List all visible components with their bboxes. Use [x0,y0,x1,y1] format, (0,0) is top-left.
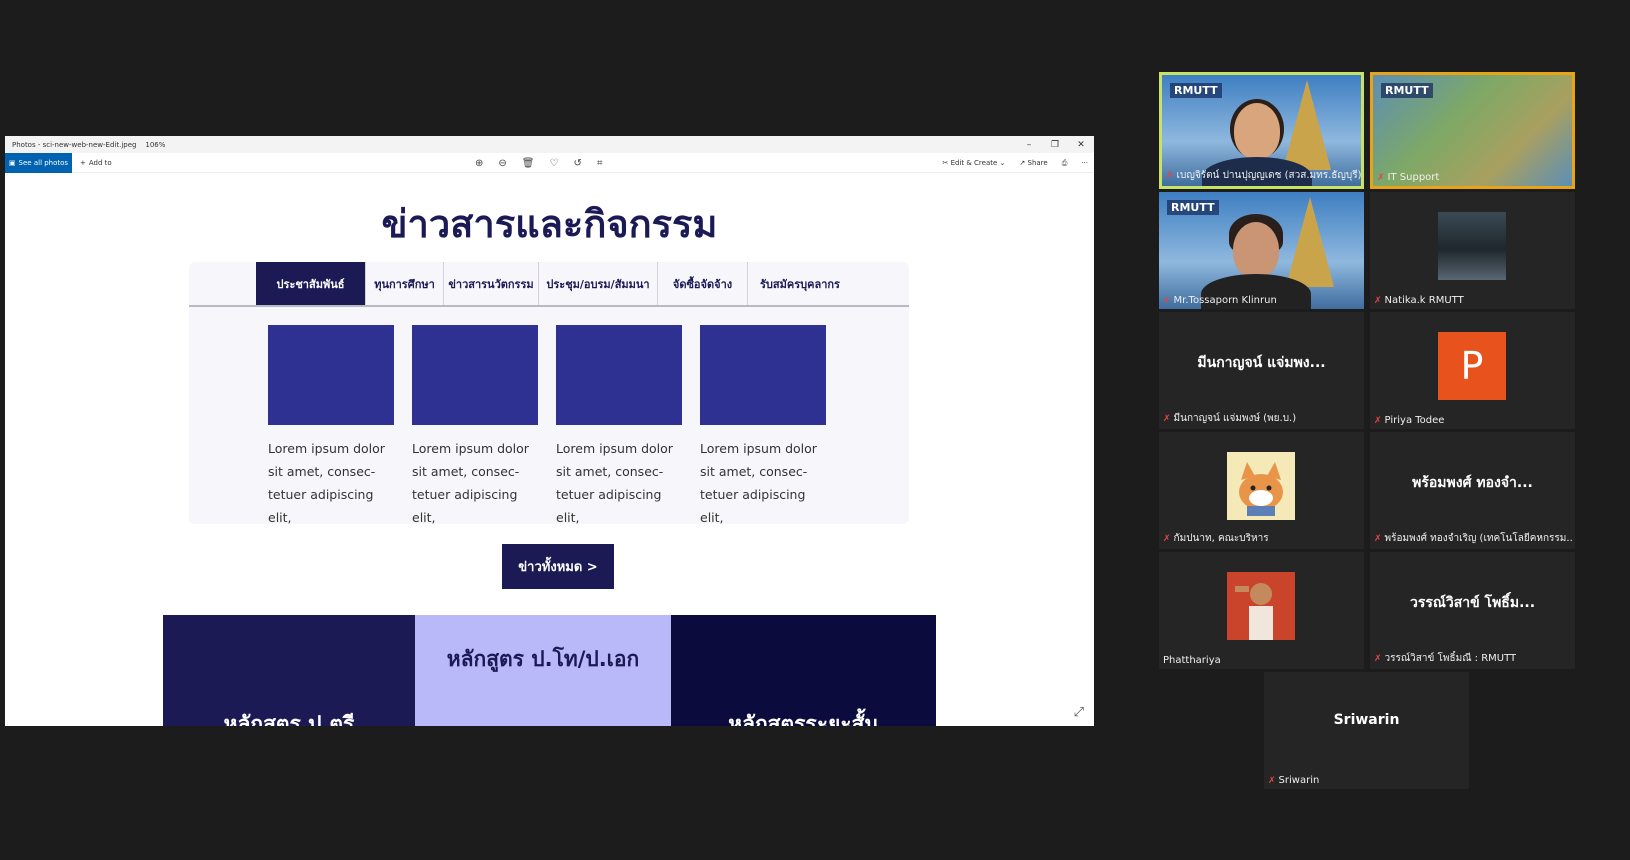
print-icon[interactable]: ⎙ [1062,159,1068,168]
rmutt-logo: RMUTT [1167,200,1219,215]
temple-tower [1283,80,1331,170]
course-bachelor[interactable]: หลักสูตร ป.ตรี [163,615,415,726]
course-short[interactable]: หลักสูตรระยะสั้น [671,615,936,726]
participant-tile[interactable]: RMUTT ✗ Mr.Tossaporn Klinrun [1159,192,1364,309]
photo-canvas: ข่าวสารและกิจกรรม ประชาสัมพันธ์ ทุนการศึ… [5,173,1094,726]
news-cards: Lorem ipsum dolor sit amet, consec- tetu… [268,325,826,529]
participant-tile[interactable]: Phatthariya [1159,552,1364,669]
temple-tower [1286,197,1334,287]
close-icon[interactable]: ✕ [1068,140,1094,150]
mic-muted-icon: ✗ [1374,295,1382,306]
see-all-photos-button[interactable]: ▣ See all photos [5,152,72,173]
news-card-text: Lorem ipsum dolor sit amet, consec- tetu… [268,441,385,525]
delete-icon[interactable]: 🗑 [522,158,535,169]
screen: Photos - sci-new-web-new-Edit.jpeg 106% … [0,0,1630,860]
tab-recruitment[interactable]: รับสมัครบุคลากร [748,262,852,305]
participant-initial-avatar: P [1438,332,1506,400]
cat-avatar [1227,452,1295,520]
news-card-text: Lorem ipsum dolor sit amet, consec- tetu… [412,441,529,525]
tab-public-relations[interactable]: ประชาสัมพันธ์ [256,262,366,305]
all-news-button[interactable]: ข่าวทั้งหมด > [502,544,614,589]
window-title: Photos - sci-new-web-new-Edit.jpeg [12,140,137,149]
titlebar: Photos - sci-new-web-new-Edit.jpeg 106% … [5,136,1094,153]
participant-display-name: มีนกาญจน์ แจ่มพง... [1197,355,1326,371]
rmutt-logo: RMUTT [1170,83,1222,98]
participant-tile[interactable]: P ✗ Piriya Todee [1370,312,1575,429]
news-tabs: ประชาสัมพันธ์ ทุนการศึกษา ข่าวสารนวัตกรร… [189,262,909,307]
mic-muted-icon: ✗ [1377,172,1385,183]
add-to-button[interactable]: + Add to [80,159,112,167]
participant-tile[interactable]: มีนกาญจน์ แจ่มพง... ✗ มีนกาญจน์ แจ่มพงษ์ … [1159,312,1364,429]
rmutt-logo: RMUTT [1381,83,1433,98]
photos-icon: ▣ [8,158,16,167]
person-icon [1235,583,1273,640]
course-graduate[interactable]: หลักสูตร ป.โท/ป.เอก [415,615,671,726]
mic-muted-icon: ✗ [1163,295,1171,306]
participant-tile[interactable]: RMUTT ✗ IT Support [1370,72,1575,189]
participant-display-name: Sriwarin [1333,712,1400,728]
course-banners: หลักสูตร ป.ตรี หลักสูตร ป.โท/ป.เอก หลักส… [163,615,936,726]
mic-muted-icon: ✗ [1374,415,1382,426]
photo-actions: ✂ Edit & Create ⌄ ↗ Share ⎙ ··· [942,153,1088,173]
participant-tile[interactable]: ✗ Natika.k RMUTT [1370,192,1575,309]
participant-display-name: วรรณ์วิสาข์ โพธิ์ม... [1409,595,1536,611]
participant-tile[interactable]: Sriwarin ✗ Sriwarin [1264,672,1469,789]
photo-tools: ⊕ ⊖ 🗑 ♡ ↺ ⌗ [475,153,602,173]
zoom-in-icon[interactable]: ⊕ [475,158,483,169]
participant-tile[interactable]: พร้อมพงศ์ ทองจำ... ✗ พร้อมพงศ์ ทองจำเริญ … [1370,432,1575,549]
rotate-icon[interactable]: ↺ [573,158,581,169]
news-card[interactable]: Lorem ipsum dolor sit amet, consec- tetu… [556,325,682,529]
participant-face [1233,222,1279,278]
participant-tile[interactable]: RMUTT ✗ เบญจิรัตน์ ปานปุญญเดช (สวส.มทร.ธั… [1159,72,1364,189]
mic-muted-icon: ✗ [1163,533,1171,544]
news-panel: ประชาสัมพันธ์ ทุนการศึกษา ข่าวสารนวัตกรร… [189,262,909,525]
mic-muted-icon: ✗ [1374,653,1382,664]
news-card[interactable]: Lorem ipsum dolor sit amet, consec- tetu… [268,325,394,529]
crop-icon[interactable]: ⌗ [597,158,603,169]
expand-icon[interactable]: ⤢ [1074,705,1084,720]
participant-face [1234,103,1280,159]
share-button[interactable]: ↗ Share [1019,159,1047,167]
zoom-level: 106% [145,140,166,149]
participant-tile[interactable]: วรรณ์วิสาข์ โพธิ์ม... ✗ วรรณ์วิสาข์ โพธิ์… [1370,552,1575,669]
news-card-image [412,325,538,425]
participant-photo [1438,212,1506,280]
participant-display-name: พร้อมพงศ์ ทองจำ... [1412,475,1533,491]
mic-muted-icon: ✗ [1374,533,1382,544]
photos-window: Photos - sci-new-web-new-Edit.jpeg 106% … [5,136,1094,726]
mic-muted-icon: ✗ [1166,170,1174,181]
participant-photo [1227,572,1295,640]
news-heading: ข่าวสารและกิจกรรม [381,202,718,246]
news-card-text: Lorem ipsum dolor sit amet, consec- tetu… [700,441,817,525]
heart-icon[interactable]: ♡ [549,158,558,169]
tab-meetings[interactable]: ประชุม/อบรม/สัมมนา [539,262,658,305]
mic-muted-icon: ✗ [1268,775,1276,786]
tab-scholarships[interactable]: ทุนการศึกษา [366,262,444,305]
restore-icon[interactable]: ❐ [1042,140,1068,150]
edit-create-button[interactable]: ✂ Edit & Create ⌄ [942,159,1005,167]
news-card-image [268,325,394,425]
tab-innovation-news[interactable]: ข่าวสารนวัตกรรม [444,262,539,305]
tab-procurement[interactable]: จัดซื้อจัดจ้าง [658,262,748,305]
more-icon[interactable]: ··· [1081,159,1088,167]
plus-icon: + [80,158,86,167]
minimize-icon[interactable]: – [1016,140,1042,150]
news-card[interactable]: Lorem ipsum dolor sit amet, consec- tetu… [700,325,826,529]
cat-icon [1239,462,1283,516]
news-card-image [556,325,682,425]
news-card-text: Lorem ipsum dolor sit amet, consec- tetu… [556,441,673,525]
mic-muted-icon: ✗ [1163,413,1171,424]
zoom-out-icon[interactable]: ⊖ [498,158,506,169]
photos-toolbar: ▣ See all photos + Add to ⊕ ⊖ 🗑 ♡ ↺ ⌗ ✂ … [5,152,1094,173]
news-card[interactable]: Lorem ipsum dolor sit amet, consec- tetu… [412,325,538,529]
news-card-image [700,325,826,425]
participant-tile[interactable]: ✗ กัมปนาท, คณะบริหาร [1159,432,1364,549]
